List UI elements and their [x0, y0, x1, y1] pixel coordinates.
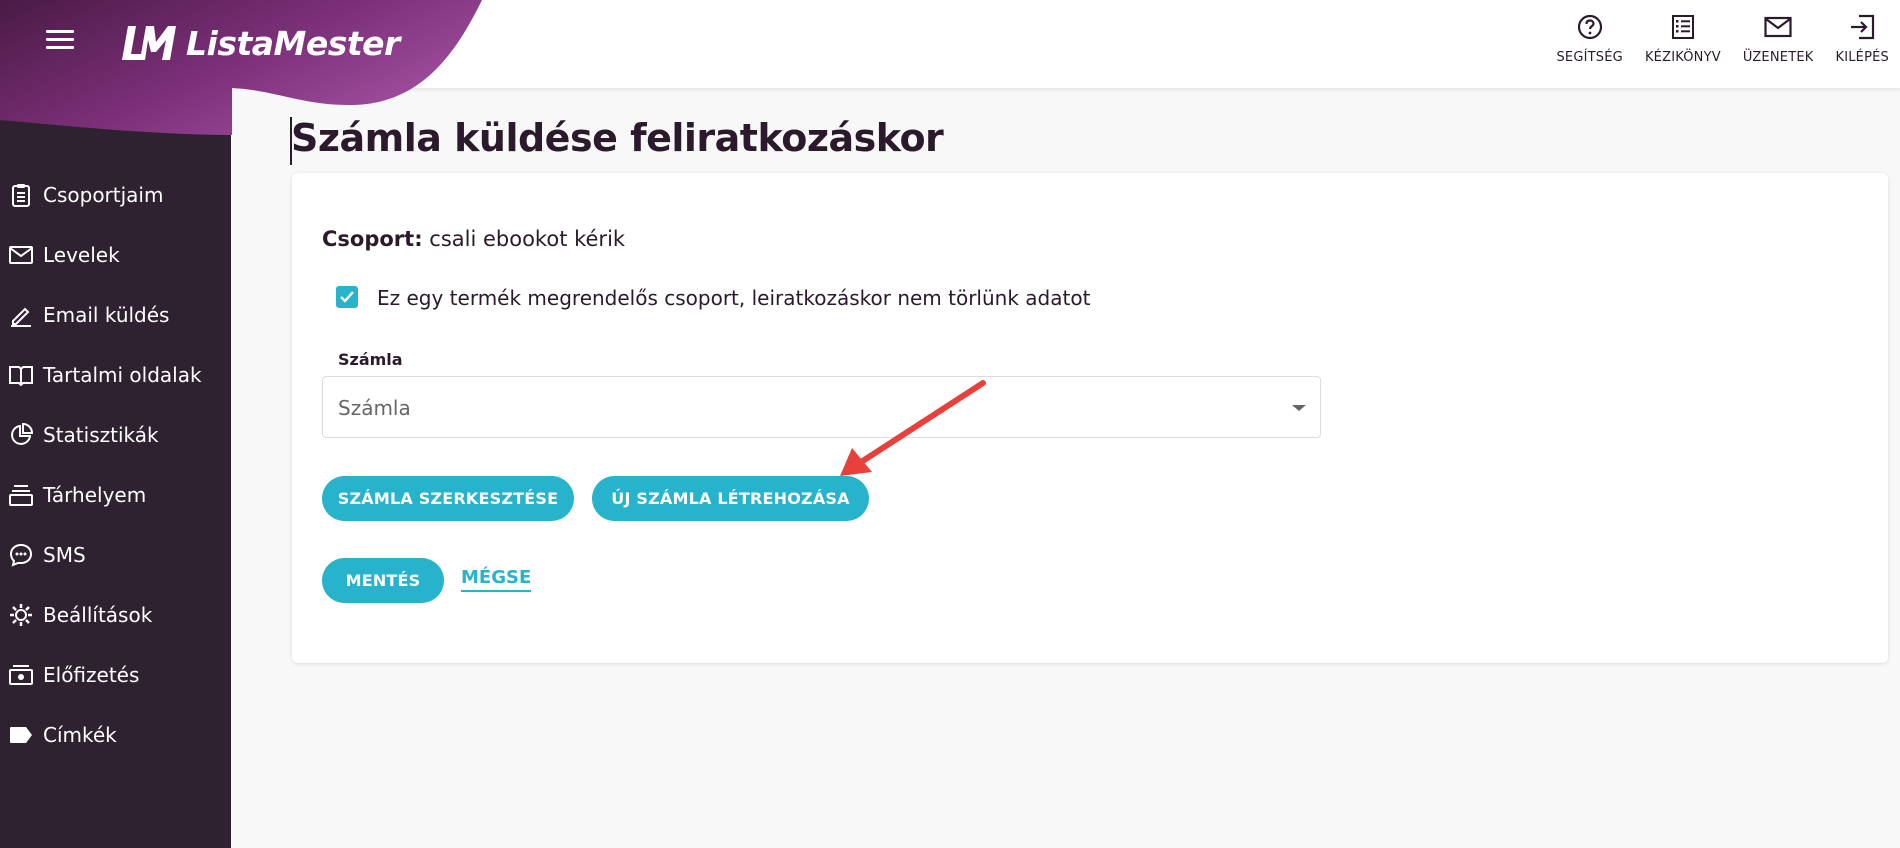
- invoice-select[interactable]: Számla: [322, 376, 1321, 438]
- clipboard-icon: [8, 182, 34, 208]
- sidebar-nav: Csoportjaim Levelek Email küldés Tartalm…: [0, 165, 231, 765]
- manual-button[interactable]: KÉZIKÖNYV: [1645, 13, 1721, 65]
- chevron-down-icon: [1292, 405, 1306, 411]
- sidebar-item-label: Tartalmi oldalak: [43, 363, 202, 387]
- storage-icon: [8, 482, 34, 508]
- app-name: ListaMester: [186, 23, 400, 63]
- edit-invoice-button[interactable]: SZÁMLA SZERKESZTÉSE: [322, 476, 574, 521]
- help-button[interactable]: SEGÍTSÉG: [1556, 13, 1623, 65]
- sidebar-item-label: Levelek: [43, 243, 120, 267]
- pen-icon: [8, 302, 34, 328]
- sidebar-item-csoportjaim[interactable]: Csoportjaim: [0, 165, 231, 225]
- sidebar-item-elofizetes[interactable]: Előfizetés: [0, 645, 231, 705]
- new-invoice-button[interactable]: ÚJ SZÁMLA LÉTREHOZÁSA: [592, 476, 869, 521]
- sidebar-item-tartalmi-oldalak[interactable]: Tartalmi oldalak: [0, 345, 231, 405]
- invoice-field-label: Számla: [338, 350, 403, 369]
- chat-icon: [8, 542, 34, 568]
- app-logo[interactable]: ListaMester: [118, 20, 400, 66]
- messages-button[interactable]: ÜZENETEK: [1743, 13, 1814, 65]
- menu-toggle-button[interactable]: [46, 30, 74, 52]
- tag-icon: [8, 722, 34, 748]
- sidebar-item-tarhelyem[interactable]: Tárhelyem: [0, 465, 231, 525]
- logout-label: KILÉPÉS: [1835, 50, 1889, 65]
- sidebar-item-beallitasok[interactable]: Beállítások: [0, 585, 231, 645]
- hamburger-line: [46, 46, 74, 49]
- sidebar-item-label: Statisztikák: [43, 423, 159, 447]
- sidebar-item-label: Email küldés: [43, 303, 170, 327]
- invoice-select-value: Számla: [338, 396, 411, 420]
- sidebar-item-label: Előfizetés: [43, 663, 140, 687]
- manual-icon: [1669, 13, 1697, 41]
- mail-icon: [1764, 13, 1792, 41]
- product-order-checkbox[interactable]: [336, 286, 358, 308]
- sidebar-item-levelek[interactable]: Levelek: [0, 225, 231, 285]
- sidebar-item-sms[interactable]: SMS: [0, 525, 231, 585]
- sidebar-item-label: Tárhelyem: [43, 483, 147, 507]
- sidebar-item-label: SMS: [43, 543, 86, 567]
- annotation-arrow: [840, 380, 986, 476]
- gear-icon: [8, 602, 34, 628]
- listamester-logo-icon: [122, 26, 176, 60]
- checkmark-icon: [340, 291, 354, 303]
- help-icon: [1576, 13, 1604, 41]
- logout-button[interactable]: KILÉPÉS: [1835, 13, 1889, 65]
- money-icon: [8, 662, 34, 688]
- sidebar-item-label: Csoportjaim: [43, 183, 164, 207]
- help-label: SEGÍTSÉG: [1556, 50, 1623, 65]
- messages-label: ÜZENETEK: [1742, 50, 1814, 65]
- manual-label: KÉZIKÖNYV: [1644, 50, 1721, 65]
- hamburger-line: [46, 30, 74, 33]
- cancel-link[interactable]: MÉGSE: [461, 567, 532, 592]
- sidebar-item-label: Beállítások: [43, 603, 153, 627]
- sidebar-item-email-kuldes[interactable]: Email küldés: [0, 285, 231, 345]
- sidebar-item-label: Címkék: [43, 723, 117, 747]
- save-button[interactable]: MENTÉS: [322, 558, 444, 603]
- logout-icon: [1848, 13, 1876, 41]
- sidebar-item-statisztikak[interactable]: Statisztikák: [0, 405, 231, 465]
- book-icon: [8, 362, 34, 388]
- group-value: csali ebookot kérik: [429, 227, 626, 251]
- top-actions: SEGÍTSÉG KÉZIKÖNYV ÜZENETEK KILÉPÉS: [1534, 13, 1889, 65]
- group-info: Csoport: csali ebookot kérik: [322, 227, 625, 251]
- sidebar-item-cimkek[interactable]: Címkék: [0, 705, 231, 765]
- pie-chart-icon: [8, 422, 34, 448]
- envelope-icon: [8, 242, 34, 268]
- hamburger-line: [46, 38, 74, 41]
- group-label: Csoport:: [322, 227, 423, 251]
- product-order-checkbox-label[interactable]: Ez egy termék megrendelős csoport, leira…: [377, 286, 1090, 310]
